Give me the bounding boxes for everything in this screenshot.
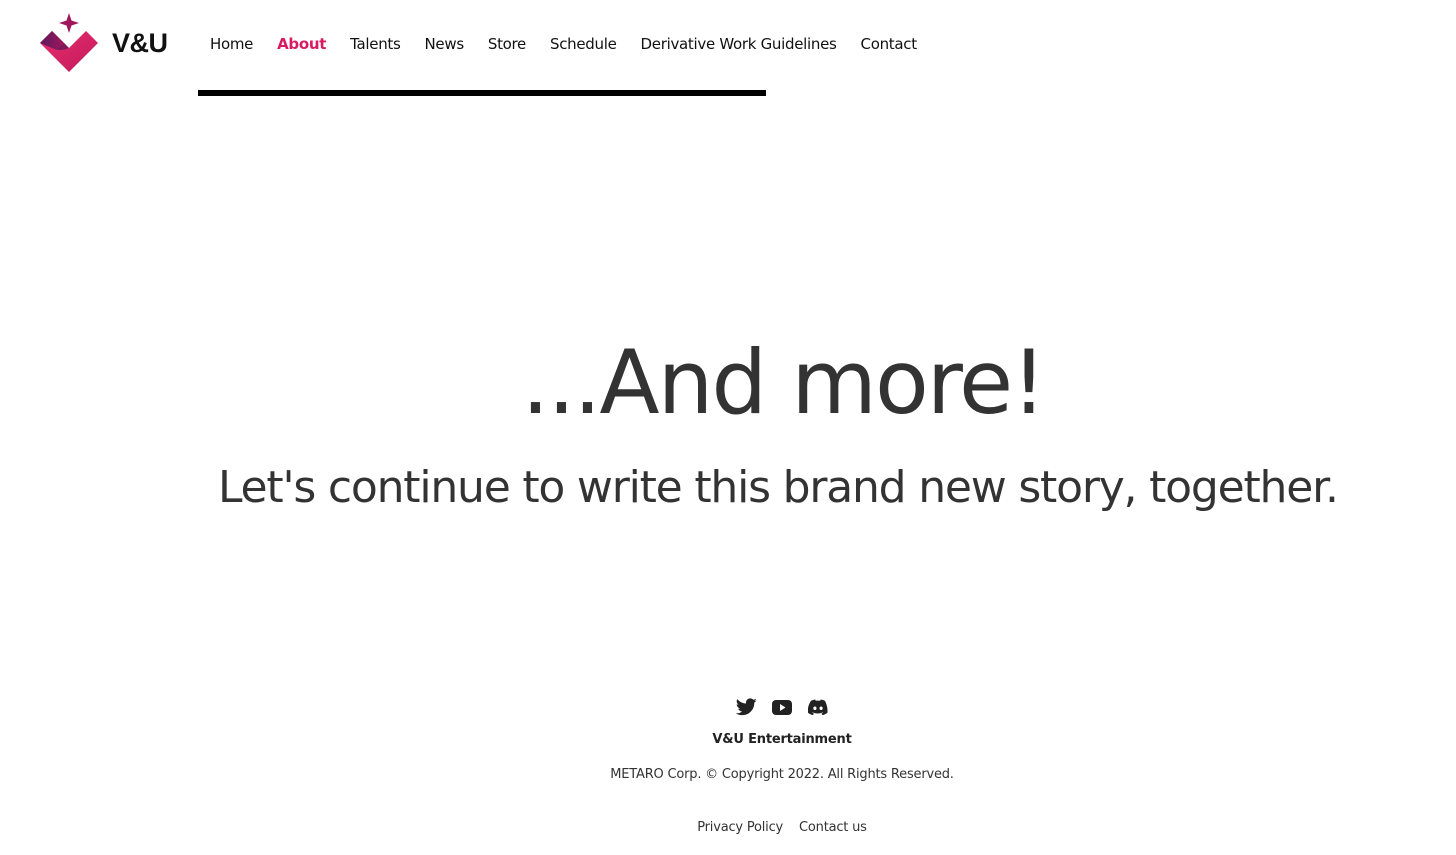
twitter-icon[interactable] [735,696,757,718]
privacy-policy-link[interactable]: Privacy Policy [697,820,783,835]
social-links [108,690,1456,724]
heart-diamond-logo-icon [38,12,100,74]
youtube-icon[interactable] [771,696,793,718]
nav-underline-bar [198,90,766,96]
nav-item-store[interactable]: Store [476,35,538,53]
hero-subtitle: Let's continue to write this brand new s… [218,462,1339,513]
nav-item-schedule[interactable]: Schedule [538,35,629,53]
discord-icon[interactable] [807,696,829,718]
home-logo-link[interactable]: V&U [38,12,178,74]
nav-item-about[interactable]: About [265,35,338,53]
footer-copyright: METARO Corp. © Copyright 2022. All Right… [610,767,954,782]
nav-item-talents[interactable]: Talents [338,35,412,53]
footer-brand-name: V&U Entertainment [712,732,852,747]
logo-text: V&U [112,27,168,58]
site-header: V&U Home About Talents News Store Schedu… [0,0,1456,100]
nav-item-derivative-work-guidelines[interactable]: Derivative Work Guidelines [629,35,849,53]
nav-item-home[interactable]: Home [198,35,265,53]
contact-us-link[interactable]: Contact us [799,820,867,835]
nav-item-news[interactable]: News [413,35,476,53]
hero-title: ...And more! [521,331,1047,434]
site-footer: V&U Entertainment METARO Corp. © Copyrig… [0,690,1456,835]
nav-item-contact[interactable]: Contact [849,35,929,53]
main-nav: Home About Talents News Store Schedule D… [198,30,929,58]
footer-links: Privacy Policy Contact us [108,820,1456,835]
